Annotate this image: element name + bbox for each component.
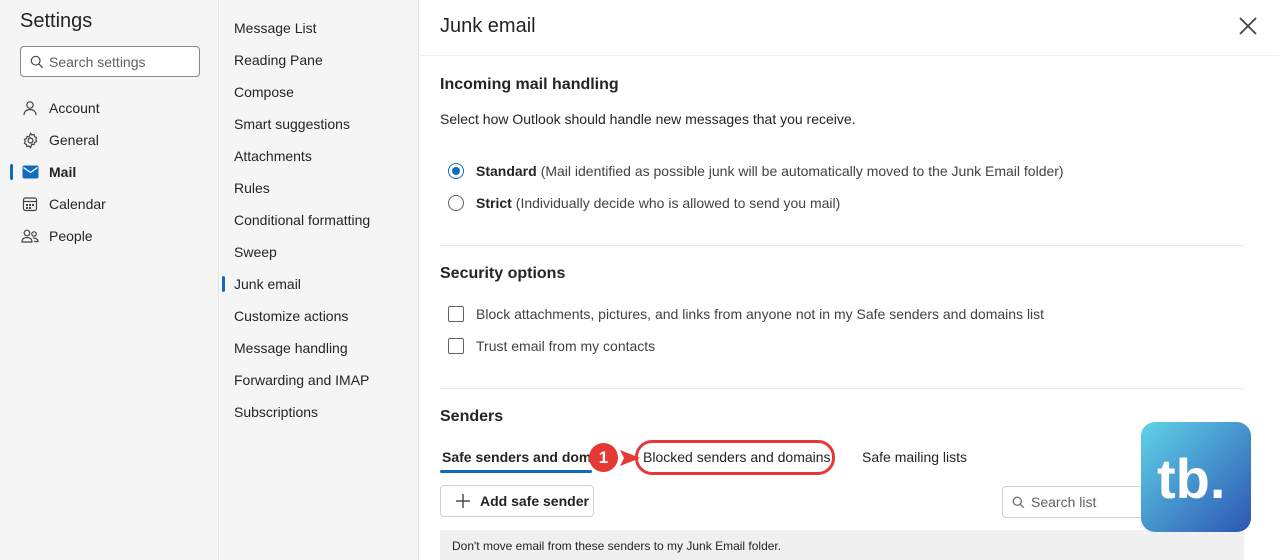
- submenu-item-compose[interactable]: Compose: [220, 76, 419, 108]
- nav-item-label: General: [49, 132, 99, 148]
- panel-header: Junk email: [420, 0, 1279, 56]
- checkbox[interactable]: [448, 338, 464, 354]
- tb-logo: tb.: [1141, 422, 1251, 532]
- page-title: Junk email: [440, 15, 536, 37]
- add-safe-sender-label: Add safe sender: [480, 493, 589, 509]
- option-label: Strict: [476, 195, 512, 211]
- submenu-item-rules[interactable]: Rules: [220, 172, 419, 204]
- search-settings-box[interactable]: [20, 46, 200, 77]
- active-tab-indicator: [440, 470, 592, 473]
- submenu-item-smart-suggestions[interactable]: Smart suggestions: [220, 108, 419, 140]
- annotation-highlight-oval: [635, 440, 835, 475]
- person-icon: [21, 99, 39, 117]
- radio-button-selected[interactable]: [448, 163, 464, 179]
- submenu-item-conditional-formatting[interactable]: Conditional formatting: [220, 204, 419, 236]
- nav-item-people[interactable]: People: [0, 220, 219, 252]
- submenu-item-sweep[interactable]: Sweep: [220, 236, 419, 268]
- add-safe-sender-button[interactable]: Add safe sender: [440, 485, 594, 517]
- search-settings-input[interactable]: [49, 48, 197, 75]
- option-description: (Mail identified as possible junk will b…: [540, 163, 1064, 179]
- checkbox-trust-contacts[interactable]: Trust email from my contacts: [448, 336, 655, 356]
- nav-item-general[interactable]: General: [0, 124, 219, 156]
- section-divider: [440, 245, 1244, 246]
- close-icon[interactable]: [1237, 15, 1259, 37]
- radio-standard[interactable]: Standard (Mail identified as possible ju…: [448, 161, 1064, 181]
- mail-settings-submenu: Message List Reading Pane Compose Smart …: [220, 0, 419, 560]
- mail-icon: [21, 163, 39, 181]
- safe-senders-info-bar: Don't move email from these senders to m…: [440, 530, 1244, 560]
- nav-item-label: Account: [49, 100, 100, 116]
- nav-item-label: People: [49, 228, 93, 244]
- senders-heading: Senders: [440, 408, 504, 425]
- plus-icon: [456, 494, 470, 508]
- submenu-item-forwarding-imap[interactable]: Forwarding and IMAP: [220, 364, 419, 396]
- radio-strict[interactable]: Strict (Individually decide who is allow…: [448, 193, 840, 213]
- tab-safe-mailing-lists[interactable]: Safe mailing lists: [862, 444, 967, 472]
- nav-item-mail[interactable]: Mail: [0, 156, 219, 188]
- logo-text: tb.: [1157, 447, 1225, 510]
- submenu-item-customize-actions[interactable]: Customize actions: [220, 300, 419, 332]
- settings-categories: Account General Mail Calendar People: [0, 92, 219, 252]
- radio-button[interactable]: [448, 195, 464, 211]
- incoming-mail-heading: Incoming mail handling: [440, 76, 619, 93]
- nav-item-calendar[interactable]: Calendar: [0, 188, 219, 220]
- gear-icon: [21, 131, 39, 149]
- submenu-item-message-list[interactable]: Message List: [220, 12, 419, 44]
- search-icon: [30, 55, 44, 69]
- section-divider: [440, 388, 1244, 389]
- checkbox-label: Block attachments, pictures, and links f…: [476, 306, 1045, 322]
- nav-item-label: Calendar: [49, 196, 106, 212]
- security-options-heading: Security options: [440, 265, 566, 282]
- nav-item-label: Mail: [49, 164, 77, 180]
- submenu-item-attachments[interactable]: Attachments: [220, 140, 419, 172]
- submenu-item-subscriptions[interactable]: Subscriptions: [220, 396, 419, 428]
- incoming-mail-description: Select how Outlook should handle new mes…: [440, 111, 856, 127]
- search-icon: [1012, 496, 1025, 509]
- checkbox-label: Trust email from my contacts: [476, 338, 656, 354]
- tab-safe-senders[interactable]: Safe senders and domains: [442, 444, 592, 472]
- calendar-icon: [21, 195, 39, 213]
- submenu-item-reading-pane[interactable]: Reading Pane: [220, 44, 419, 76]
- option-description: (Individually decide who is allowed to s…: [515, 195, 841, 211]
- info-text: Don't move email from these senders to m…: [452, 539, 782, 553]
- settings-nav-pane: Settings Account General Mail: [0, 0, 219, 560]
- people-icon: [21, 227, 39, 245]
- option-label: Standard: [476, 163, 537, 179]
- checkbox[interactable]: [448, 306, 464, 322]
- submenu-item-message-handling[interactable]: Message handling: [220, 332, 419, 364]
- checkbox-block-attachments[interactable]: Block attachments, pictures, and links f…: [448, 304, 1044, 324]
- nav-item-account[interactable]: Account: [0, 92, 219, 124]
- submenu-item-junk-email[interactable]: Junk email: [220, 268, 419, 300]
- annotation-step-badge: 1: [589, 443, 618, 472]
- settings-title: Settings: [20, 10, 93, 32]
